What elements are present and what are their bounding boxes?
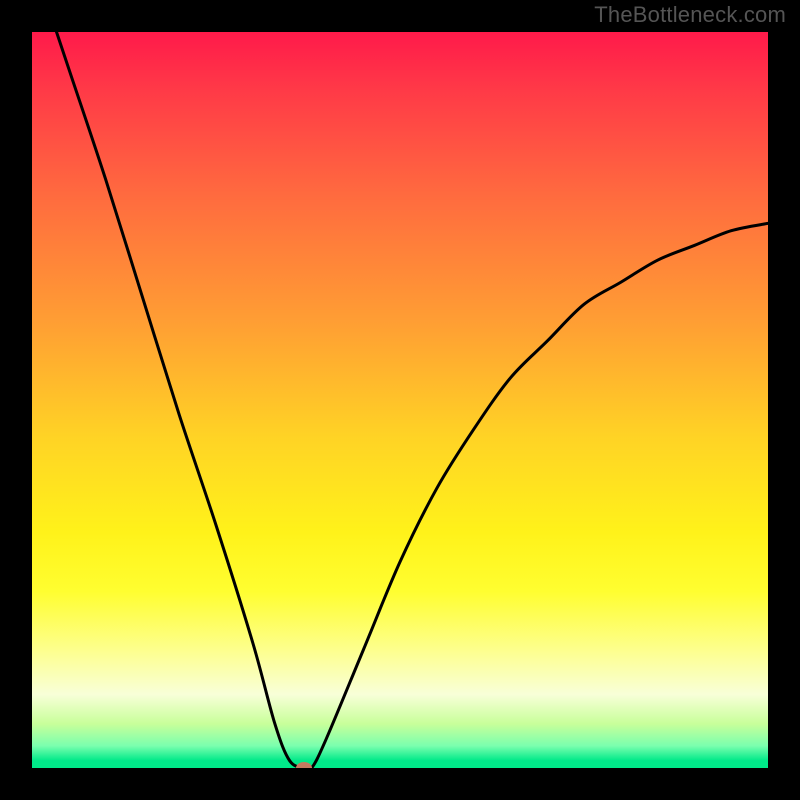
chart-frame: TheBottleneck.com — [0, 0, 800, 800]
watermark-text: TheBottleneck.com — [594, 2, 786, 28]
bottleneck-curve — [32, 32, 768, 768]
plot-area — [32, 32, 768, 768]
optimum-marker — [296, 762, 312, 768]
